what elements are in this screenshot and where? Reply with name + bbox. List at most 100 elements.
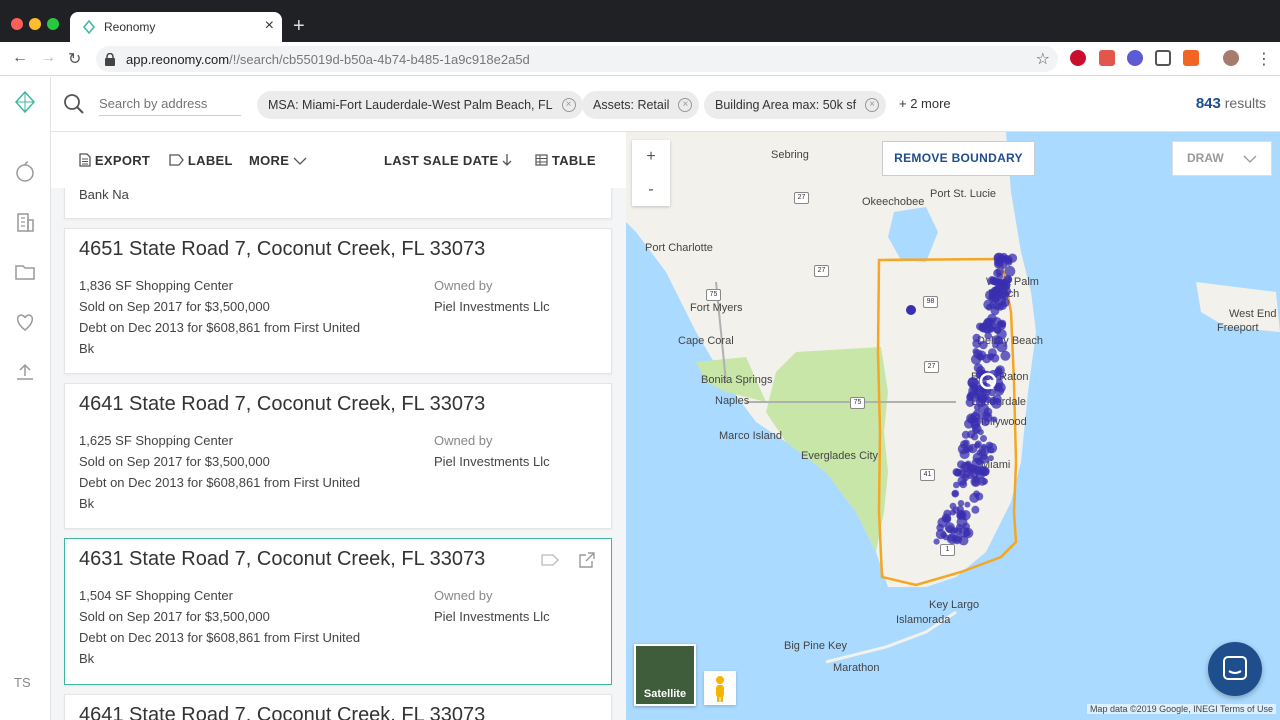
property-dot[interactable] [965,398,975,407]
property-dot[interactable] [975,469,986,480]
property-address[interactable]: 4651 State Road 7, Coconut Creek, FL 330… [79,238,485,261]
property-dot[interactable] [957,443,969,455]
buildings-icon[interactable] [14,211,36,233]
reload-icon[interactable]: ↻ [68,49,81,69]
property-dot[interactable] [906,305,916,315]
property-dot[interactable] [978,445,990,457]
list-item-selected[interactable]: 4631 State Road 7, Coconut Creek, FL 330… [64,538,612,685]
reonomy-logo-icon[interactable] [14,91,36,113]
remove-boundary-button[interactable]: REMOVE BOUNDARY [882,141,1035,176]
property-dot[interactable] [991,397,1002,409]
property-dot[interactable] [992,317,1002,327]
browser-tab[interactable]: Reonomy × [70,12,282,42]
property-address[interactable]: 4631 State Road 7, Coconut Creek, FL 330… [79,548,485,571]
map-attribution[interactable]: Map data ©2019 Google, INEGI Terms of Us… [1086,704,1276,714]
filter-chip-assets[interactable]: Assets: Retail × [582,91,700,119]
property-address[interactable]: 4641 State Road 7, Coconut Creek, FL 330… [79,704,485,720]
browser-menu-icon[interactable]: ⋮ [1256,49,1272,69]
address-bar[interactable]: app.reonomy.com/!/search/cb55019d-b50a-4… [96,46,1058,72]
chat-launcher-button[interactable] [1208,642,1262,696]
filter-chip-msa[interactable]: MSA: Miami-Fort Lauderdale-West Palm Bea… [257,91,583,119]
shield-extension-icon[interactable] [1127,50,1143,66]
property-dot[interactable] [999,290,1010,300]
property-dot[interactable] [977,429,984,436]
user-initials[interactable]: TS [14,675,31,690]
label-button[interactable]: LABEL [169,153,233,168]
owner-name[interactable]: Piel Investments Llc [434,299,550,314]
property-dot[interactable] [946,533,958,545]
more-filters-link[interactable]: + 2 more [899,96,951,111]
list-item[interactable]: 4651 State Road 7, Coconut Creek, FL 330… [64,228,612,374]
apple-icon[interactable] [14,161,36,183]
property-dot[interactable] [949,502,957,510]
property-dot[interactable] [983,407,993,417]
owner-name[interactable]: Piel Investments Llc [434,609,550,624]
sort-last-sale-date-button[interactable]: LAST SALE DATE [384,153,512,168]
map-view[interactable]: 27 27 98 75 27 75 41 1 Sebring Port St. … [626,132,1280,720]
property-dot[interactable] [966,471,974,480]
more-menu-button[interactable]: MORE [249,153,307,168]
maximize-window-button[interactable] [47,18,59,30]
property-dot[interactable] [996,273,1004,280]
property-dot[interactable] [953,481,960,489]
property-dot[interactable] [972,333,981,342]
property-dot[interactable] [933,538,940,545]
property-dot[interactable] [990,292,1000,302]
property-dot[interactable] [974,440,982,448]
property-dot[interactable] [980,435,987,442]
forward-icon[interactable]: → [40,49,56,67]
property-dot[interactable] [951,489,960,498]
back-icon[interactable]: ← [12,49,28,67]
property-dot[interactable] [974,392,981,400]
property-dot[interactable] [976,353,985,361]
property-dot[interactable] [940,531,947,539]
remove-filter-icon[interactable]: × [865,98,880,112]
heart-icon[interactable] [14,311,36,333]
list-item[interactable]: 4641 State Road 7, Coconut Creek, FL 330… [64,383,612,529]
open-external-icon[interactable] [578,551,596,569]
property-dot[interactable] [981,418,990,427]
export-button[interactable]: EXPORT [79,153,150,168]
property-dot[interactable] [987,353,995,361]
property-dot[interactable] [992,302,1001,311]
property-dot[interactable] [967,430,976,439]
new-tab-icon[interactable]: + [293,15,305,37]
upload-icon[interactable] [14,361,36,383]
close-tab-icon[interactable]: × [265,17,274,35]
property-dot[interactable] [963,529,971,537]
bookmark-star-icon[interactable]: ☆ [1036,49,1050,69]
table-view-button[interactable]: TABLE [535,153,596,168]
property-dot[interactable] [987,455,994,462]
satellite-toggle[interactable]: Satellite [634,644,696,706]
property-dot[interactable] [957,500,965,507]
property-dot[interactable] [969,492,980,503]
remove-filter-icon[interactable]: × [561,98,576,112]
property-dot[interactable] [994,326,1001,334]
screenshot-extension-icon[interactable] [1155,50,1171,66]
orange-extension-icon[interactable] [1183,50,1199,66]
property-dot[interactable] [991,335,1001,344]
property-dot[interactable] [1000,350,1011,361]
calendar-extension-icon[interactable] [1099,50,1115,66]
owner-name[interactable]: Piel Investments Llc [434,454,550,469]
filter-chip-building-area[interactable]: Building Area max: 50k sf × [704,91,887,119]
property-dot[interactable] [979,340,988,350]
street-view-pegman-icon[interactable] [704,671,736,705]
property-dot[interactable] [966,413,977,424]
property-dot[interactable] [978,324,987,333]
property-dot[interactable] [985,304,993,311]
address-search-input[interactable] [99,92,241,116]
property-dot[interactable] [997,254,1007,264]
property-dot[interactable] [971,505,980,514]
property-dot[interactable] [967,391,975,398]
extension-red-icon[interactable] [1070,50,1086,66]
property-dot[interactable] [965,460,972,467]
property-dot[interactable] [1003,282,1011,290]
property-dot[interactable] [949,527,957,535]
property-dot[interactable] [956,516,968,528]
close-window-button[interactable] [11,18,23,30]
property-dot[interactable] [964,501,971,508]
label-tag-icon[interactable] [541,553,559,567]
zoom-in-button[interactable]: + [632,140,670,173]
remove-filter-icon[interactable]: × [678,98,693,112]
